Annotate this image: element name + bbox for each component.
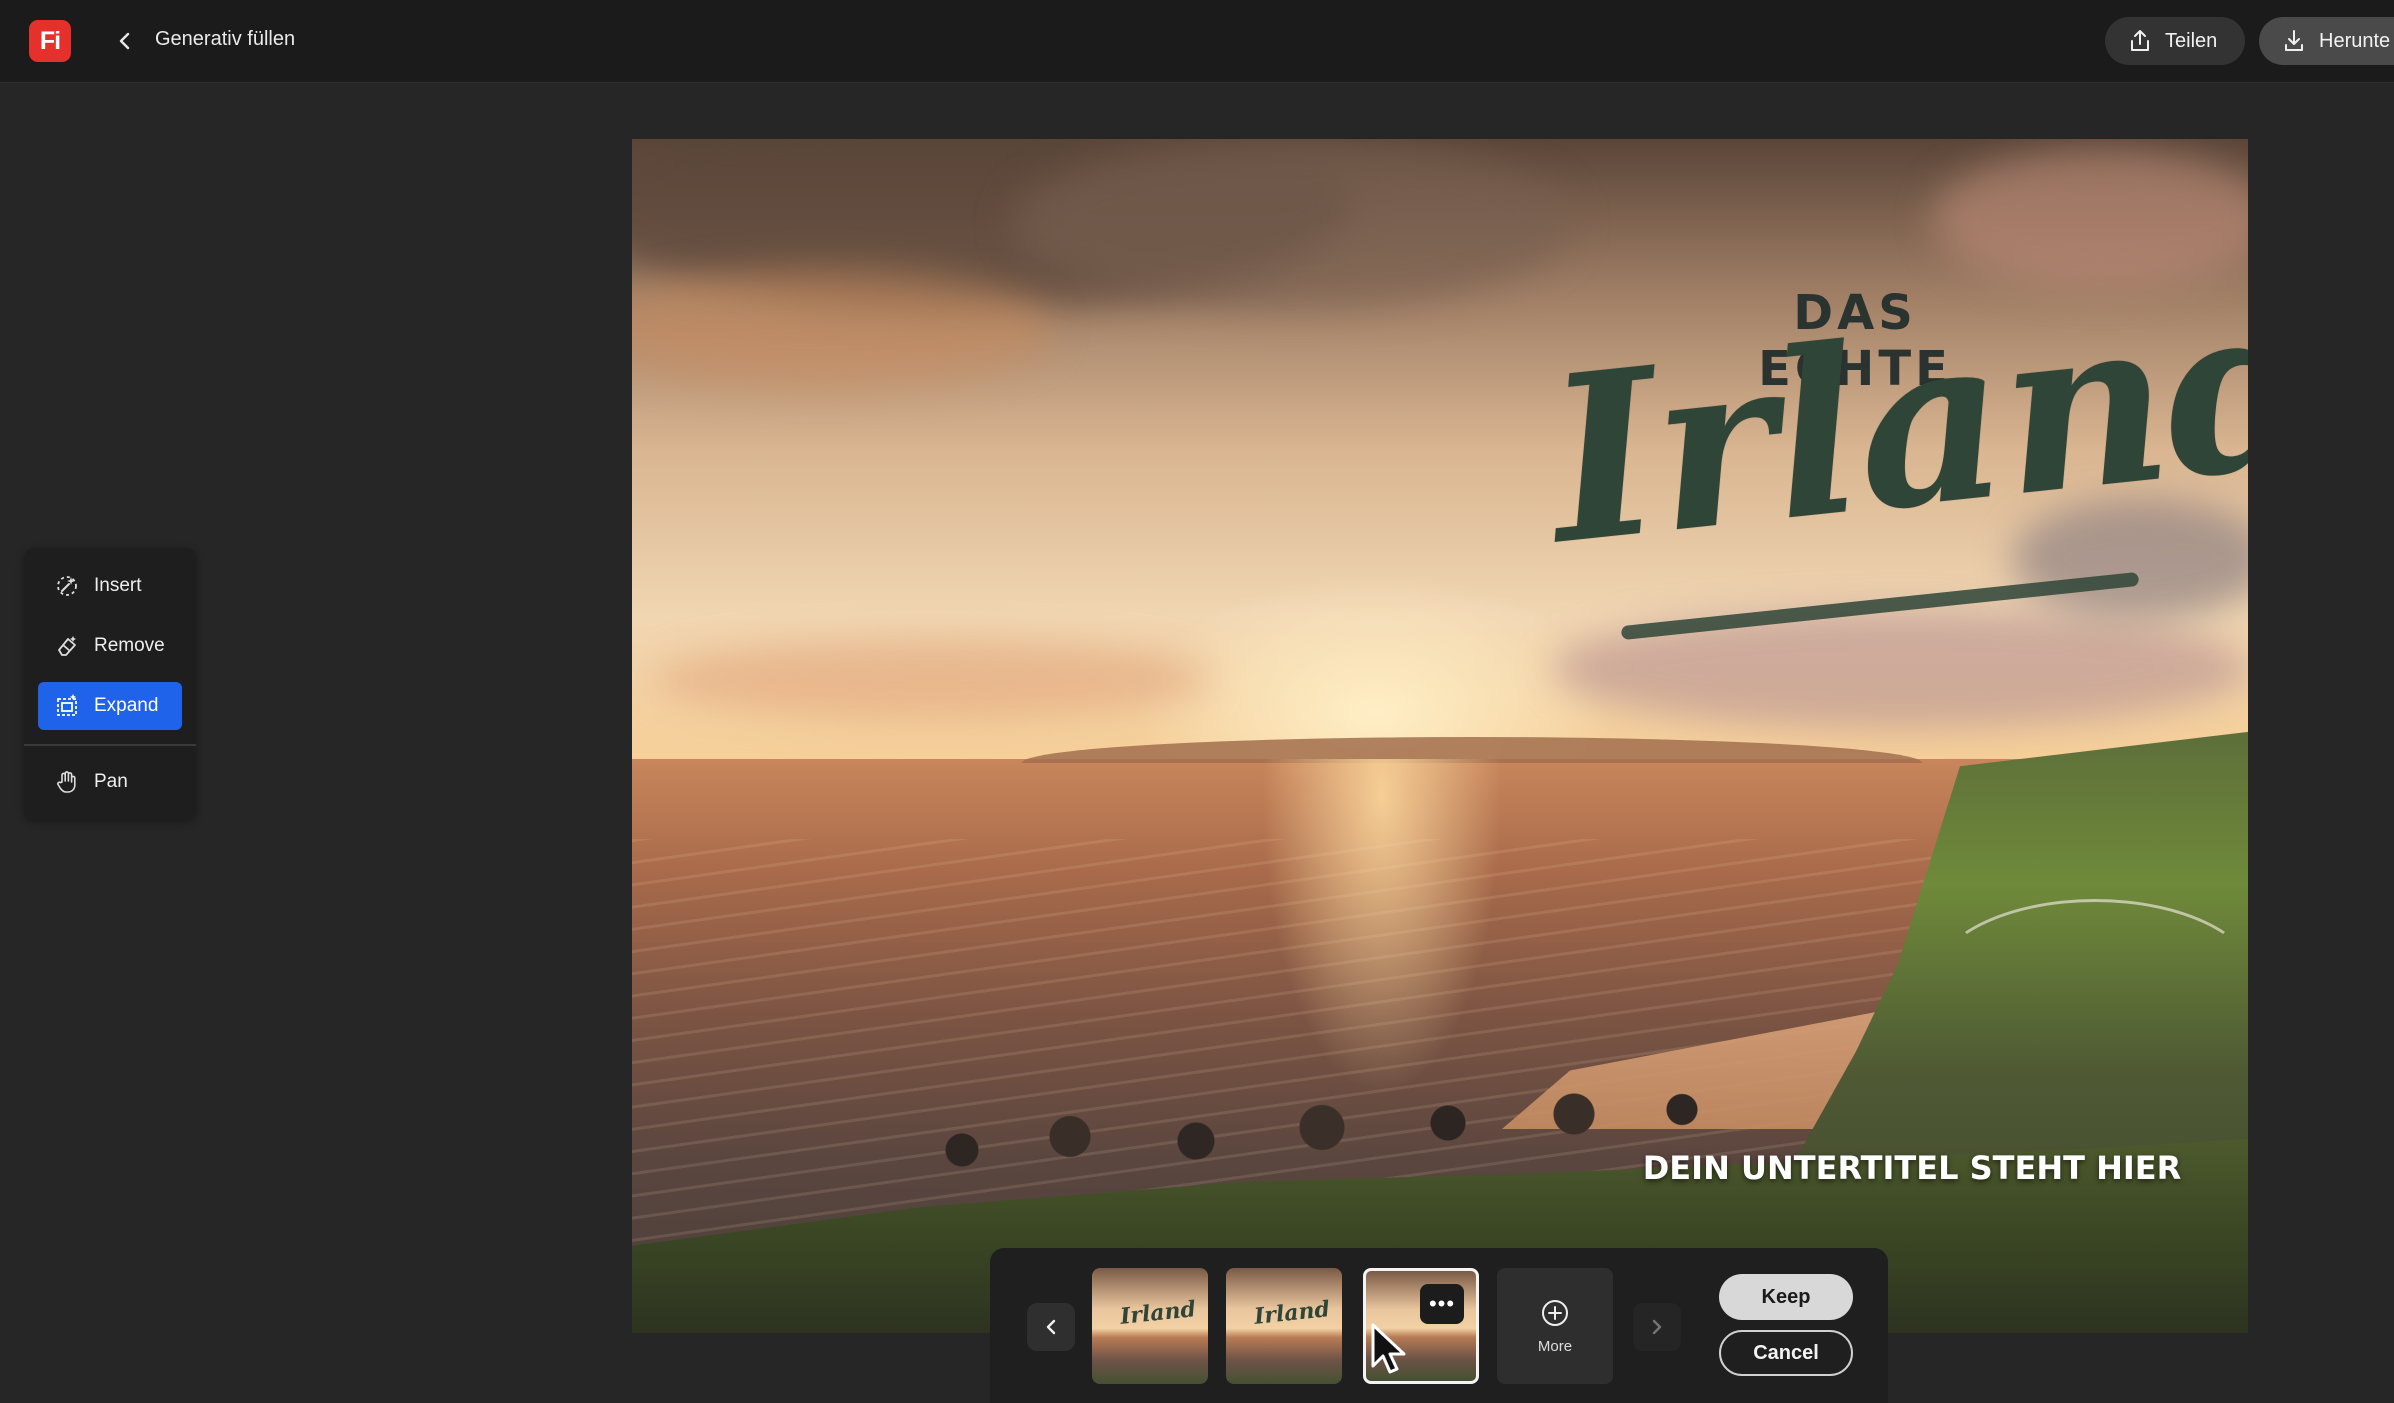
page-title: Generativ füllen — [155, 28, 296, 50]
tool-expand-label: Expand — [94, 695, 159, 716]
next-variation-button[interactable] — [1633, 1303, 1681, 1351]
headline-big: Irland — [1537, 247, 2248, 596]
tool-pan-label: Pan — [94, 771, 128, 792]
variation-thumbnail[interactable]: Irland — [1092, 1268, 1208, 1384]
expand-frame-icon — [57, 694, 77, 716]
eraser-icon — [58, 636, 76, 656]
cloud — [652, 639, 1212, 719]
download-button[interactable]: Herunte — [2259, 17, 2394, 65]
cancel-button[interactable]: Cancel — [1719, 1330, 1853, 1376]
insert-brush-icon — [57, 576, 77, 596]
tool-pan[interactable]: Pan — [38, 758, 182, 806]
tool-remove-label: Remove — [94, 635, 165, 656]
tool-divider — [24, 744, 196, 746]
download-icon — [2285, 30, 2303, 51]
thumbnail-headline: Irland — [1118, 1296, 1198, 1330]
chevron-left-icon — [119, 32, 130, 50]
image-canvas[interactable]: DAS ECHTE Irland DEIN UNTERTITEL STEHT H… — [632, 139, 2248, 1333]
top-bar: Fi Generativ füllen Teilen Herunte — [0, 0, 2394, 83]
back-button[interactable] — [108, 24, 142, 58]
more-variations-button[interactable]: More — [1497, 1268, 1613, 1384]
cloud — [1012, 139, 1572, 309]
hand-icon — [57, 771, 76, 793]
cloud — [632, 269, 1052, 389]
share-button[interactable]: Teilen — [2105, 17, 2245, 65]
more-options-button[interactable]: ••• — [1420, 1284, 1464, 1324]
app-logo[interactable]: Fi — [29, 20, 71, 62]
download-label: Herunte — [2319, 29, 2391, 52]
previous-variation-button[interactable] — [1027, 1303, 1075, 1351]
chevron-left-icon — [1046, 1319, 1056, 1335]
subtitle: DEIN UNTERTITEL STEHT HIER — [1642, 1149, 2182, 1187]
share-icon — [2131, 30, 2149, 51]
keep-button[interactable]: Keep — [1719, 1274, 1853, 1320]
variation-thumbnail[interactable]: Irland — [1226, 1268, 1342, 1384]
tool-insert[interactable]: Insert — [38, 562, 182, 610]
coastal-road — [1932, 899, 2248, 1065]
tool-expand[interactable]: Expand — [38, 682, 182, 730]
tool-panel: Insert Remove Expand Pan — [24, 548, 196, 820]
thumbnail-headline: Irland — [1252, 1296, 1332, 1330]
tool-remove[interactable]: Remove — [38, 622, 182, 670]
variation-thumbnail-selected[interactable]: ••• — [1363, 1268, 1479, 1384]
chevron-right-icon — [1652, 1319, 1662, 1335]
tool-insert-label: Insert — [94, 575, 142, 596]
share-label: Teilen — [2165, 29, 2218, 52]
plus-circle-icon — [1542, 1299, 1568, 1326]
variation-picker: Irland Irland ••• More Keep Cancel — [990, 1248, 1888, 1403]
more-label: More — [1537, 1337, 1573, 1355]
